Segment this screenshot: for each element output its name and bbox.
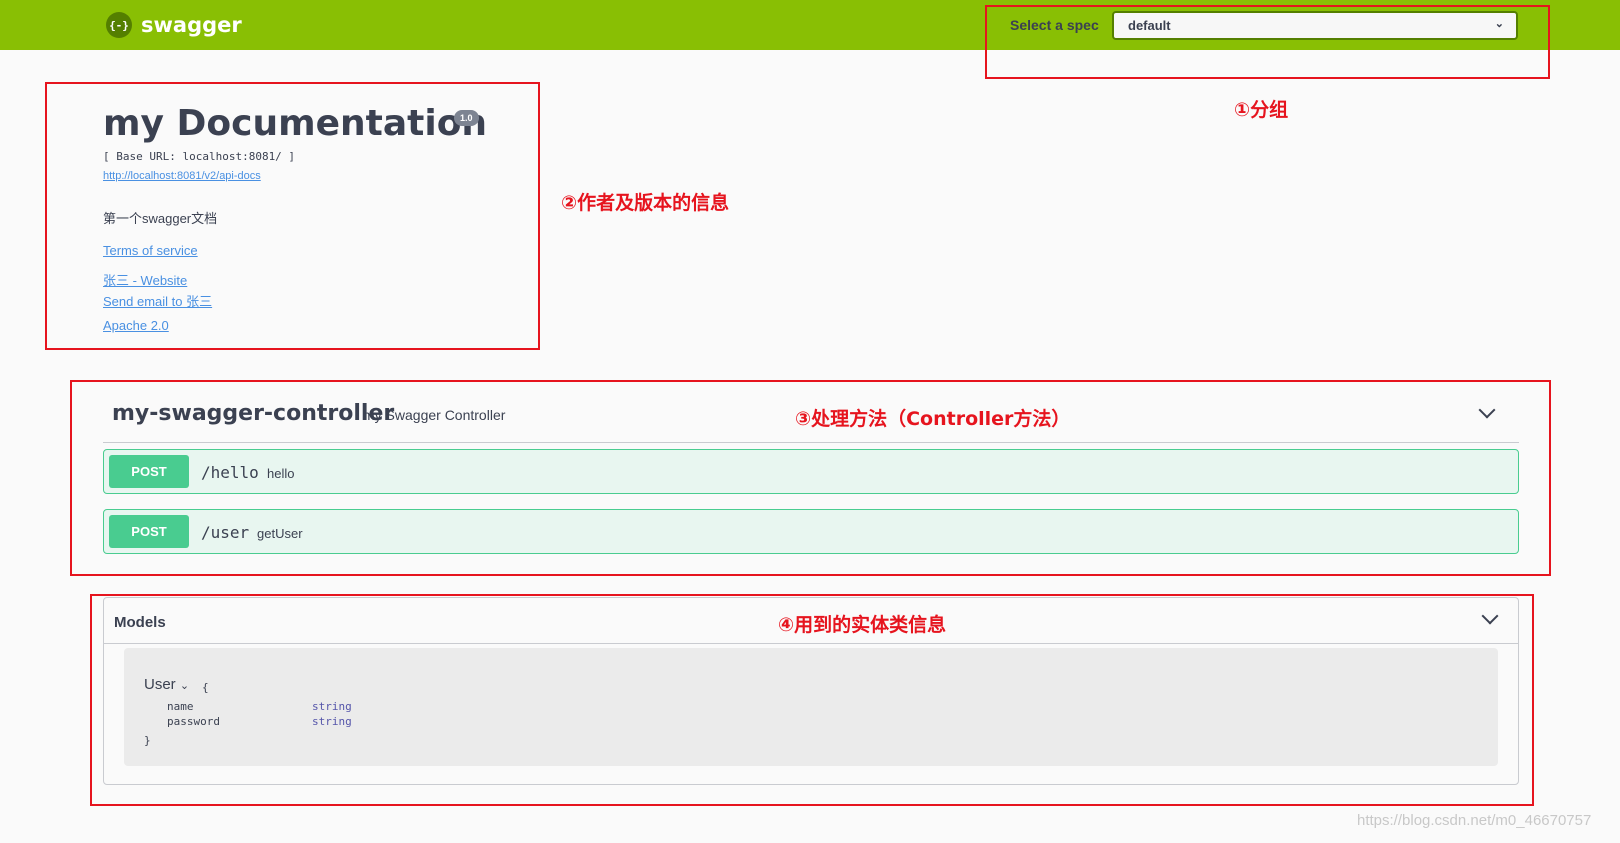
watermark: https://blog.csdn.net/m0_46670757 [1357, 812, 1592, 829]
tag-title: my-swagger-controller [112, 401, 395, 426]
chevron-down-icon[interactable] [1481, 607, 1499, 625]
annotation-methods: ③处理方法（Controller方法） [795, 408, 1071, 430]
contact-email-link[interactable]: Send email to 张三 [103, 291, 212, 310]
operation-path: /hello [201, 463, 259, 482]
swagger-logo-text: swagger [141, 13, 242, 37]
models-title: Models [114, 614, 166, 631]
model-property-type: string [312, 700, 352, 713]
method-badge: POST [109, 515, 189, 548]
annotation-box-group [985, 5, 1550, 79]
model-name: User [144, 676, 176, 693]
license-link[interactable]: Apache 2.0 [103, 318, 169, 333]
terms-of-service-link[interactable]: Terms of service [103, 243, 198, 258]
chevron-down-icon: ⌄ [179, 680, 190, 692]
contact-website-link[interactable]: 张三 - Website [103, 270, 187, 289]
version-badge: 1.0 [454, 110, 479, 126]
api-docs-link[interactable]: http://localhost:8081/v2/api-docs [103, 170, 261, 182]
base-url: [ Base URL: localhost:8081/ ] [103, 150, 296, 163]
model-property-type: string [312, 715, 352, 728]
models-section: Models User ⌄ { name string password str… [103, 597, 1519, 785]
operation-summary: getUser [257, 526, 303, 541]
model-user: User ⌄ { name string password string } [124, 648, 1498, 766]
annotation-info: ②作者及版本的信息 [561, 192, 730, 214]
method-badge: POST [109, 455, 189, 488]
model-close-brace: } [144, 734, 151, 747]
page-title: my Documentation [103, 103, 488, 144]
operation-path: /user [201, 523, 250, 542]
operation-post-user[interactable]: POST /user getUser [103, 509, 1519, 554]
annotation-group: ①分组 [1234, 99, 1289, 121]
divider [104, 643, 1518, 644]
divider [103, 442, 1519, 443]
api-description: 第一个swagger文档 [103, 211, 218, 226]
swagger-logo[interactable]: {-} swagger [106, 12, 242, 38]
model-property-name: name [167, 700, 194, 713]
model-open-brace: { [202, 681, 209, 694]
model-name-toggle[interactable]: User ⌄ [144, 676, 189, 693]
operation-summary: hello [267, 466, 295, 481]
tag-description: my Swagger Controller [363, 407, 506, 423]
swagger-logo-icon: {-} [106, 12, 132, 38]
operation-post-hello[interactable]: POST /hello hello [103, 449, 1519, 494]
model-property-name: password [167, 715, 220, 728]
